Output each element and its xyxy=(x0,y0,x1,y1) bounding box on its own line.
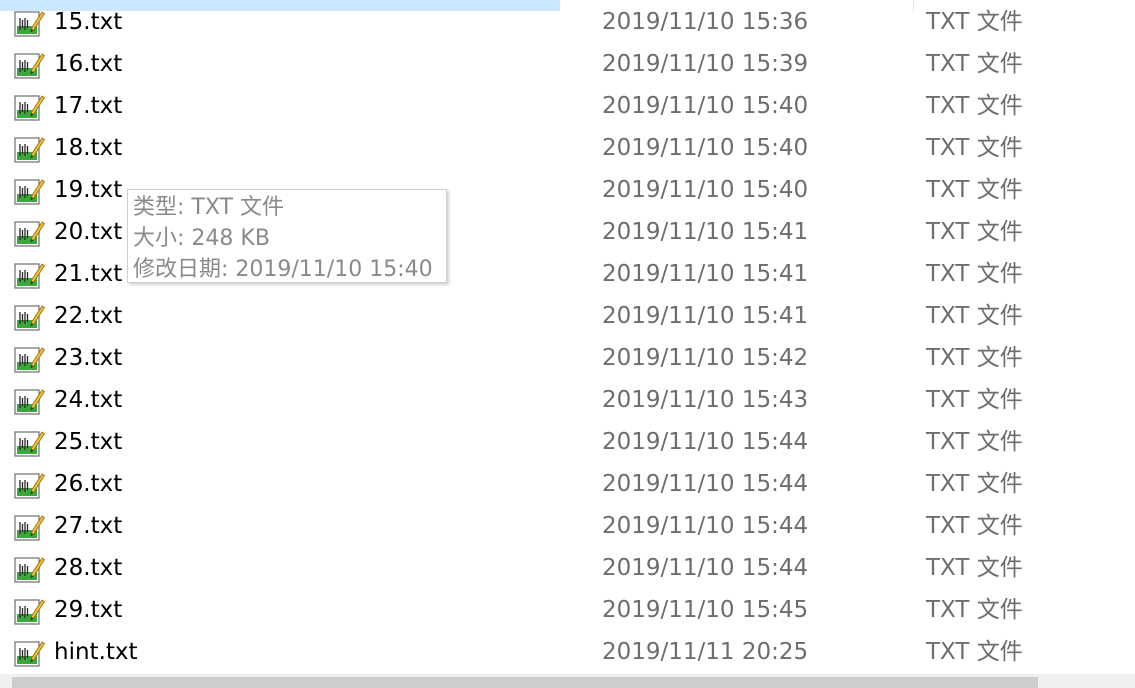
file-name[interactable]: 20.txt xyxy=(54,218,122,246)
notepad-txt-icon xyxy=(14,555,46,583)
file-name[interactable]: 25.txt xyxy=(54,428,122,456)
file-row[interactable]: 25.txt 2019/11/10 15:44 TXT 文件 xyxy=(0,421,1135,463)
file-modified-date: 2019/11/10 15:40 xyxy=(602,135,809,161)
file-type: TXT 文件 xyxy=(926,597,1023,623)
notepad-txt-icon xyxy=(14,219,46,247)
file-row[interactable]: 23.txt 2019/11/10 15:42 TXT 文件 xyxy=(0,337,1135,379)
file-type: TXT 文件 xyxy=(926,639,1023,665)
file-name[interactable]: 28.txt xyxy=(54,554,122,582)
notepad-txt-icon xyxy=(14,177,46,205)
notepad-txt-icon xyxy=(14,345,46,373)
file-type: TXT 文件 xyxy=(926,513,1023,539)
file-type: TXT 文件 xyxy=(926,51,1023,77)
file-row[interactable]: 26.txt 2019/11/10 15:44 TXT 文件 xyxy=(0,463,1135,505)
tooltip-modified: 修改日期: 2019/11/10 15:40 xyxy=(133,257,433,282)
file-row[interactable]: 16.txt 2019/11/10 15:39 TXT 文件 xyxy=(0,43,1135,85)
file-modified-date: 2019/11/10 15:44 xyxy=(602,429,809,455)
file-name[interactable]: 15.txt xyxy=(54,8,122,36)
file-type: TXT 文件 xyxy=(926,387,1023,413)
notepad-txt-icon xyxy=(14,303,46,331)
file-row[interactable]: 22.txt 2019/11/10 15:41 TXT 文件 xyxy=(0,295,1135,337)
file-type: TXT 文件 xyxy=(926,429,1023,455)
notepad-txt-icon xyxy=(14,135,46,163)
file-type: TXT 文件 xyxy=(926,177,1023,203)
file-name[interactable]: 16.txt xyxy=(54,50,122,78)
file-type: TXT 文件 xyxy=(926,345,1023,371)
notepad-txt-icon xyxy=(14,93,46,121)
file-name[interactable]: 22.txt xyxy=(54,302,122,330)
horizontal-scrollbar[interactable] xyxy=(0,674,1135,688)
file-explorer-window: 15.txt 2019/11/10 15:36 TXT 文件 16.txt 2019/1… xyxy=(0,0,1135,688)
notepad-txt-icon xyxy=(14,513,46,541)
tooltip-size: 大小: 248 KB xyxy=(133,226,270,251)
file-type: TXT 文件 xyxy=(926,93,1023,119)
file-type: TXT 文件 xyxy=(926,555,1023,581)
file-modified-date: 2019/11/10 15:44 xyxy=(602,555,809,581)
file-type: TXT 文件 xyxy=(926,219,1023,245)
file-name[interactable]: 19.txt xyxy=(54,176,122,204)
file-name[interactable]: 18.txt xyxy=(54,134,122,162)
file-row[interactable]: 15.txt 2019/11/10 15:36 TXT 文件 xyxy=(0,1,1135,43)
file-modified-date: 2019/11/10 15:43 xyxy=(602,387,809,413)
file-info-tooltip: 类型: TXT 文件 大小: 248 KB 修改日期: 2019/11/10 1… xyxy=(127,189,447,283)
file-modified-date: 2019/11/10 15:39 xyxy=(602,51,809,77)
file-modified-date: 2019/11/11 20:25 xyxy=(602,639,809,665)
file-modified-date: 2019/11/10 15:42 xyxy=(602,345,809,371)
file-name[interactable]: 23.txt xyxy=(54,344,122,372)
file-modified-date: 2019/11/10 15:40 xyxy=(602,93,809,119)
file-name[interactable]: 17.txt xyxy=(54,92,122,120)
file-name[interactable]: 21.txt xyxy=(54,260,122,288)
file-type: TXT 文件 xyxy=(926,9,1023,35)
file-modified-date: 2019/11/10 15:41 xyxy=(602,261,809,287)
file-type: TXT 文件 xyxy=(926,303,1023,329)
notepad-txt-icon xyxy=(14,387,46,415)
notepad-txt-icon xyxy=(14,597,46,625)
file-modified-date: 2019/11/10 15:41 xyxy=(602,303,809,329)
file-name[interactable]: hint.txt xyxy=(54,638,138,666)
file-row[interactable]: hint.txt 2019/11/11 20:25 TXT 文件 xyxy=(0,631,1135,673)
tooltip-type: 类型: TXT 文件 xyxy=(133,195,284,220)
file-name[interactable]: 24.txt xyxy=(54,386,122,414)
file-row[interactable]: 28.txt 2019/11/10 15:44 TXT 文件 xyxy=(0,547,1135,589)
file-name[interactable]: 26.txt xyxy=(54,470,122,498)
notepad-txt-icon xyxy=(14,471,46,499)
file-name[interactable]: 29.txt xyxy=(54,596,122,624)
file-row[interactable]: 27.txt 2019/11/10 15:44 TXT 文件 xyxy=(0,505,1135,547)
notepad-txt-icon xyxy=(14,9,46,37)
file-modified-date: 2019/11/10 15:45 xyxy=(602,597,809,623)
file-row[interactable]: 17.txt 2019/11/10 15:40 TXT 文件 xyxy=(0,85,1135,127)
file-type: TXT 文件 xyxy=(926,135,1023,161)
notepad-txt-icon xyxy=(14,261,46,289)
file-name[interactable]: 27.txt xyxy=(54,512,122,540)
notepad-txt-icon xyxy=(14,639,46,667)
file-row[interactable]: 18.txt 2019/11/10 15:40 TXT 文件 xyxy=(0,127,1135,169)
file-modified-date: 2019/11/10 15:44 xyxy=(602,513,809,539)
file-row[interactable]: 24.txt 2019/11/10 15:43 TXT 文件 xyxy=(0,379,1135,421)
file-type: TXT 文件 xyxy=(926,471,1023,497)
file-modified-date: 2019/11/10 15:41 xyxy=(602,219,809,245)
file-modified-date: 2019/11/10 15:44 xyxy=(602,471,809,497)
file-row[interactable]: 29.txt 2019/11/10 15:45 TXT 文件 xyxy=(0,589,1135,631)
file-modified-date: 2019/11/10 15:40 xyxy=(602,177,809,203)
scrollbar-thumb[interactable] xyxy=(12,677,1038,688)
file-modified-date: 2019/11/10 15:36 xyxy=(602,9,809,35)
file-type: TXT 文件 xyxy=(926,261,1023,287)
notepad-txt-icon xyxy=(14,429,46,457)
notepad-txt-icon xyxy=(14,51,46,79)
